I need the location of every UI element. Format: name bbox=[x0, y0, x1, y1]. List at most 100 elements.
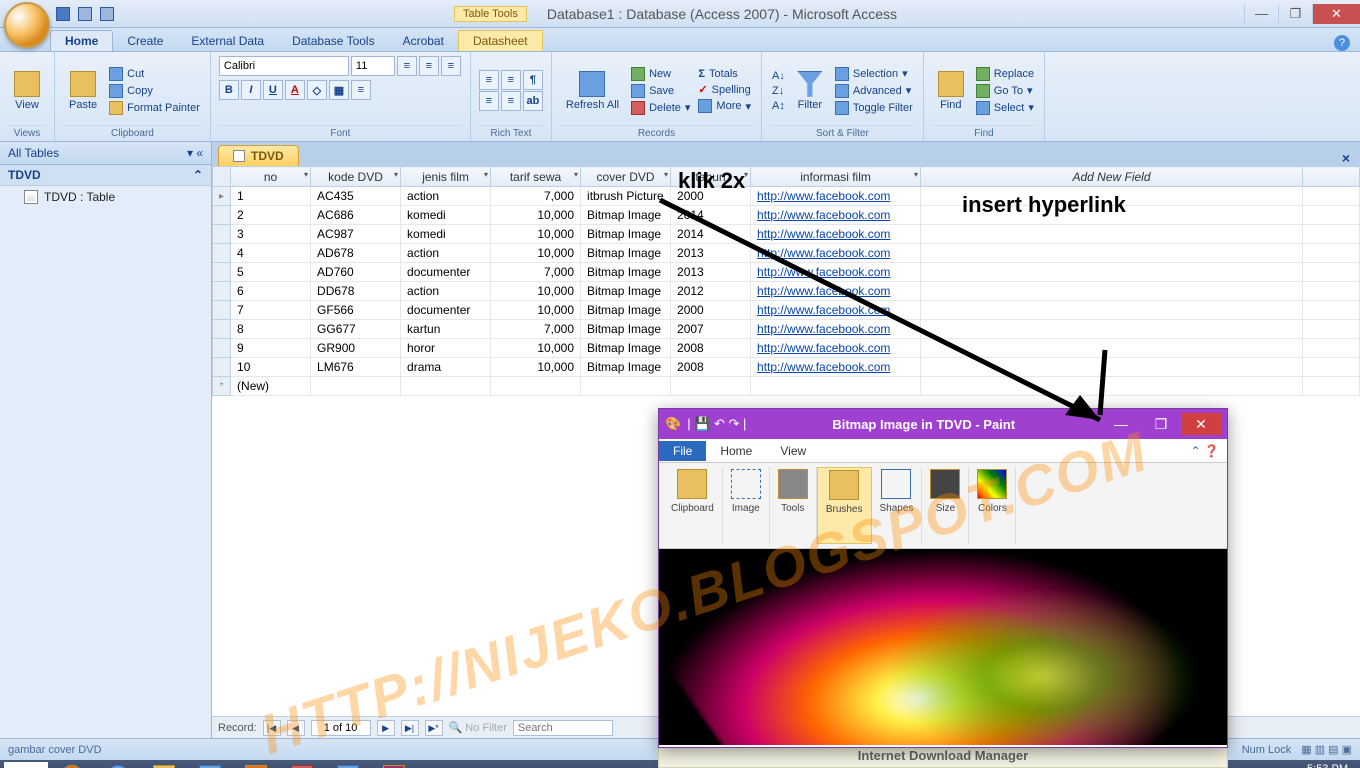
new-row[interactable]: *(New) bbox=[213, 377, 1360, 396]
table-row[interactable]: 5AD760documenter7,000Bitmap Image2013htt… bbox=[213, 263, 1360, 282]
gridlines-button[interactable]: ▦ bbox=[329, 80, 349, 100]
text-direction-button[interactable]: ¶ bbox=[523, 70, 543, 90]
select-all[interactable] bbox=[213, 167, 231, 187]
new-record-button[interactable]: New bbox=[629, 66, 692, 82]
clear-sort-button[interactable]: A↕ bbox=[770, 99, 787, 113]
table-row[interactable]: 8GG677kartun7,000Bitmap Image2007http://… bbox=[213, 320, 1360, 339]
first-record-button[interactable]: |◀ bbox=[263, 720, 281, 736]
paint-help-icon[interactable]: ⌃ ❓ bbox=[1191, 444, 1227, 458]
paint-shapes-group[interactable]: Shapes bbox=[872, 467, 923, 544]
taskbar-paint[interactable] bbox=[188, 762, 232, 768]
tab-datasheet[interactable]: Datasheet bbox=[458, 30, 543, 51]
font-color-button[interactable]: A bbox=[285, 80, 305, 100]
alt-row-button[interactable]: ≡ bbox=[351, 80, 371, 100]
paint-size-group[interactable]: Size bbox=[922, 467, 969, 544]
paint-colors-group[interactable]: Colors bbox=[969, 467, 1016, 544]
font-size-select[interactable] bbox=[351, 56, 395, 76]
table-row[interactable]: ▸1AC435action7,000itbrush Picture2000htt… bbox=[213, 187, 1360, 206]
paint-minimize-button[interactable]: — bbox=[1101, 416, 1141, 432]
taskbar-firefox[interactable] bbox=[50, 762, 94, 768]
nav-item-tdvd[interactable]: TDVD : Table bbox=[0, 186, 211, 208]
taskbar-ie[interactable] bbox=[96, 762, 140, 768]
paint-clipboard-group[interactable]: Clipboard bbox=[663, 467, 723, 544]
format-painter-button[interactable]: Format Painter bbox=[107, 100, 202, 116]
paint-title-bar[interactable]: 🎨 | 💾 ↶ ↷ | Bitmap Image in TDVD - Paint… bbox=[659, 409, 1227, 439]
paint-close-button[interactable]: ✕ bbox=[1181, 413, 1221, 435]
last-record-button[interactable]: ▶| bbox=[401, 720, 419, 736]
start-button[interactable]: ⊞ bbox=[4, 762, 48, 768]
add-field[interactable]: Add New Field bbox=[921, 167, 1303, 187]
bold-button[interactable]: B bbox=[219, 80, 239, 100]
align-left-button[interactable]: ≡ bbox=[397, 56, 417, 76]
refresh-all-button[interactable]: Refresh All bbox=[560, 69, 625, 113]
save-icon[interactable] bbox=[56, 7, 70, 21]
taskbar-explorer[interactable] bbox=[142, 762, 186, 768]
paste-button[interactable]: Paste bbox=[63, 69, 103, 113]
table-row[interactable]: 7GF566documenter10,000Bitmap Image2000ht… bbox=[213, 301, 1360, 320]
cut-button[interactable]: Cut bbox=[107, 66, 202, 82]
view-buttons[interactable]: ▦ ▥ ▤ ▣ bbox=[1301, 743, 1352, 756]
tab-home[interactable]: Home bbox=[50, 30, 113, 51]
clock[interactable]: 5:53 PM4/26/2014 bbox=[1299, 763, 1348, 768]
highlight-button[interactable]: ab bbox=[523, 91, 543, 111]
undo-icon[interactable] bbox=[78, 7, 92, 21]
paint-image-group[interactable]: Image bbox=[723, 467, 770, 544]
maximize-button[interactable]: ❐ bbox=[1278, 4, 1312, 24]
align-right-button[interactable]: ≡ bbox=[441, 56, 461, 76]
table-row[interactable]: 6DD678action10,000Bitmap Image2012http:/… bbox=[213, 282, 1360, 301]
decrease-indent-button[interactable]: ≡ bbox=[479, 91, 499, 111]
font-name-select[interactable] bbox=[219, 56, 349, 76]
search-input[interactable] bbox=[513, 720, 613, 736]
paint-tools-group[interactable]: Tools bbox=[770, 467, 817, 544]
filter-button[interactable]: Filter bbox=[791, 69, 829, 113]
delete-record-button[interactable]: Delete ▾ bbox=[629, 100, 692, 116]
bulleted-list-button[interactable]: ≡ bbox=[479, 70, 499, 90]
italic-button[interactable]: I bbox=[241, 80, 261, 100]
paint-canvas[interactable] bbox=[659, 549, 1227, 745]
more-button[interactable]: More ▾ bbox=[696, 98, 753, 114]
close-button[interactable]: ✕ bbox=[1312, 4, 1360, 24]
help-icon[interactable]: ? bbox=[1334, 35, 1350, 51]
paint-tab-home[interactable]: Home bbox=[706, 441, 766, 461]
close-tab-button[interactable]: × bbox=[1332, 150, 1360, 166]
align-center-button[interactable]: ≡ bbox=[419, 56, 439, 76]
tab-database-tools[interactable]: Database Tools bbox=[278, 31, 389, 51]
table-row[interactable]: 9GR900horor10,000Bitmap Image2008http://… bbox=[213, 339, 1360, 358]
totals-button[interactable]: Σ Totals bbox=[696, 67, 753, 81]
underline-button[interactable]: U bbox=[263, 80, 283, 100]
col-header[interactable]: informasi film▾ bbox=[751, 167, 921, 187]
find-button[interactable]: Find bbox=[932, 69, 970, 113]
replace-button[interactable]: Replace bbox=[974, 66, 1036, 82]
object-tab-tdvd[interactable]: TDVD bbox=[218, 145, 299, 166]
table-row[interactable]: 4AD678action10,000Bitmap Image2013http:/… bbox=[213, 244, 1360, 263]
paint-tab-file[interactable]: File bbox=[659, 441, 706, 461]
spelling-button[interactable]: ✓ Spelling bbox=[696, 82, 753, 97]
fill-color-button[interactable]: ◇ bbox=[307, 80, 327, 100]
goto-button[interactable]: Go To ▾ bbox=[974, 83, 1036, 99]
numbered-list-button[interactable]: ≡ bbox=[501, 70, 521, 90]
minimize-button[interactable]: — bbox=[1244, 4, 1278, 24]
copy-button[interactable]: Copy bbox=[107, 83, 202, 99]
increase-indent-button[interactable]: ≡ bbox=[501, 91, 521, 111]
paint-brushes-group[interactable]: Brushes bbox=[817, 467, 872, 544]
taskbar-access[interactable] bbox=[372, 762, 416, 768]
paint-tab-view[interactable]: View bbox=[766, 441, 820, 461]
select-button[interactable]: Select ▾ bbox=[974, 100, 1036, 116]
taskbar-mediaplayer[interactable] bbox=[234, 762, 278, 768]
view-button[interactable]: View bbox=[8, 69, 46, 113]
tab-acrobat[interactable]: Acrobat bbox=[389, 31, 458, 51]
sort-asc-button[interactable]: A↓ bbox=[770, 69, 787, 83]
col-header[interactable]: cover DVD▾ bbox=[581, 167, 671, 187]
tab-external-data[interactable]: External Data bbox=[177, 31, 278, 51]
taskbar-adobe[interactable] bbox=[280, 762, 324, 768]
col-header[interactable]: tahun▾ bbox=[671, 167, 751, 187]
office-button[interactable] bbox=[4, 2, 50, 48]
taskbar-app1[interactable] bbox=[326, 762, 370, 768]
paint-maximize-button[interactable]: ❐ bbox=[1141, 416, 1181, 433]
new-record-nav-button[interactable]: ▶* bbox=[425, 720, 443, 736]
next-record-button[interactable]: ▶ bbox=[377, 720, 395, 736]
nav-header[interactable]: All Tables▾ « bbox=[0, 142, 211, 165]
table-row[interactable]: 2AC686komedi10,000Bitmap Image2014http:/… bbox=[213, 206, 1360, 225]
sort-desc-button[interactable]: Z↓ bbox=[770, 84, 787, 98]
table-row[interactable]: 10LM676drama10,000Bitmap Image2008http:/… bbox=[213, 358, 1360, 377]
